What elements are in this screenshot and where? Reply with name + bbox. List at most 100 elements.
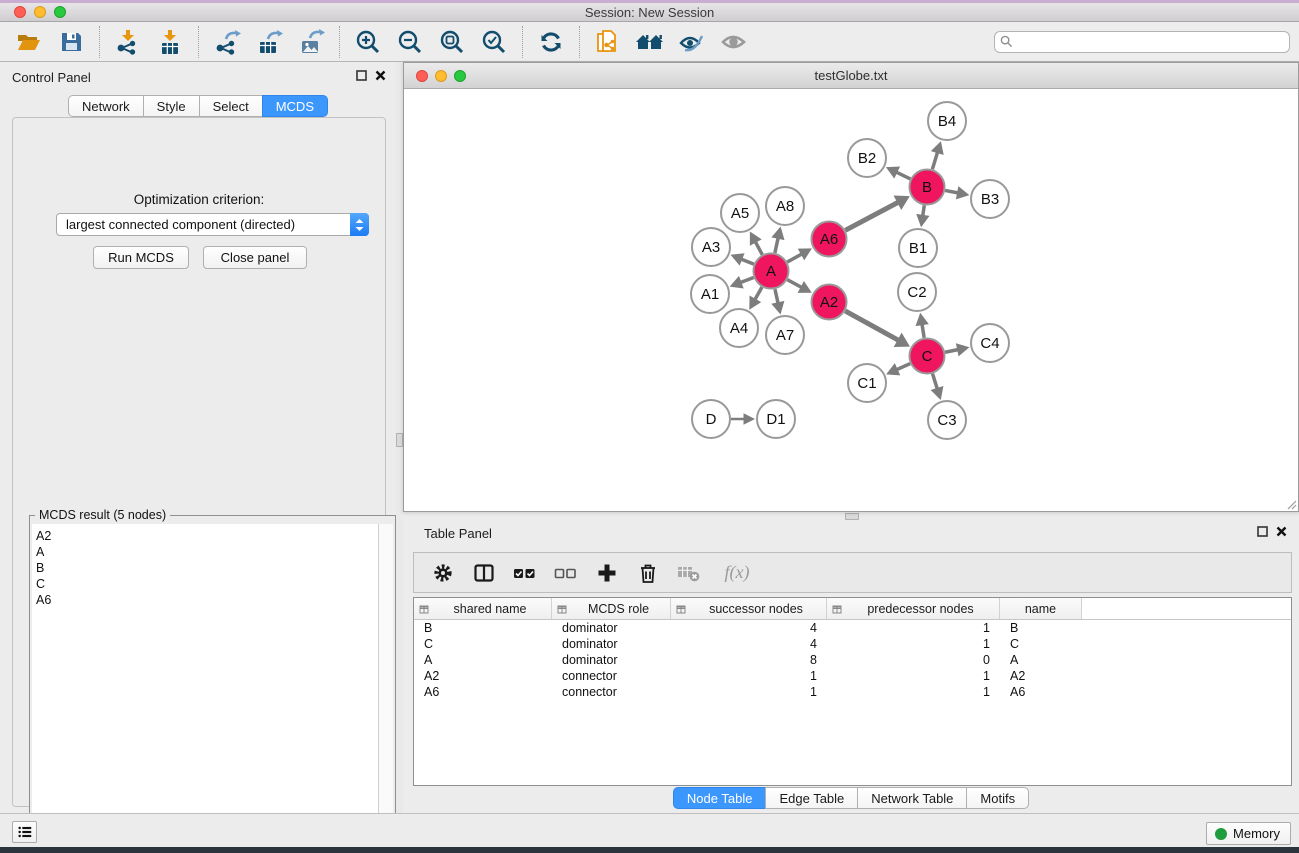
splitter-handle[interactable] [396,433,403,447]
task-history-button[interactable] [12,821,37,843]
column-header-MCDS-role[interactable]: MCDS role [552,598,671,619]
save-session-button[interactable] [50,24,92,60]
graph-edge-C-C2[interactable] [922,323,924,338]
graph-node-A[interactable]: A [754,254,789,289]
close-panel-icon[interactable] [375,70,386,81]
table-row[interactable]: A2connector11A2 [414,668,1291,684]
graph-edge-C-C1[interactable] [896,364,910,370]
float-panel-icon[interactable] [356,70,367,81]
graph-node-C4[interactable]: C4 [971,324,1009,362]
resize-grip-icon[interactable] [1286,499,1297,510]
graph-edge-A-A2[interactable] [787,280,802,288]
function-builder-button[interactable]: f(x) [717,558,757,588]
mcds-result-item[interactable]: A [36,544,378,560]
table-options-button[interactable] [430,558,456,588]
mcds-result-item[interactable]: A6 [36,592,378,608]
graph-node-A2[interactable]: A2 [812,285,847,320]
search-input[interactable] [994,31,1290,53]
import-table-button[interactable] [149,24,191,60]
tab-style[interactable]: Style [143,95,200,117]
tab-edge-table[interactable]: Edge Table [765,787,858,809]
network-canvas[interactable]: AA1A2A3A4A5A6A7A8BB1B2B3B4CC1C2C3C4DD1 [404,89,1298,511]
close-panel-button[interactable]: Close panel [203,246,307,269]
close-panel-icon[interactable] [1276,526,1287,537]
splitter-handle[interactable] [845,513,859,520]
new-network-from-selection-button[interactable] [587,24,629,60]
mcds-result-item[interactable]: C [36,576,378,592]
hide-selected-button[interactable] [671,24,713,60]
graph-edge-A-A6[interactable] [787,253,803,262]
graph-edge-B-B4[interactable] [932,151,937,169]
horizontal-splitter[interactable] [403,512,1299,521]
graph-node-B[interactable]: B [910,170,945,205]
mcds-result-item[interactable]: B [36,560,378,576]
network-window-titlebar[interactable]: testGlobe.txt [404,63,1298,89]
graph-node-B2[interactable]: B2 [848,139,886,177]
column-header-shared-name[interactable]: shared name [414,598,552,619]
add-column-button[interactable] [594,558,620,588]
tab-mcds[interactable]: MCDS [262,95,328,117]
open-session-button[interactable] [8,24,50,60]
vertical-splitter[interactable] [396,62,403,813]
delete-column-button[interactable] [635,558,661,588]
graph-node-C2[interactable]: C2 [898,273,936,311]
graph-node-A4[interactable]: A4 [720,309,758,347]
graph-node-A8[interactable]: A8 [766,187,804,225]
graph-edge-A-A3[interactable] [740,259,754,264]
zoom-fit-button[interactable] [431,24,473,60]
column-header-predecessor-nodes[interactable]: predecessor nodes [827,598,1000,619]
first-neighbors-button[interactable] [629,24,671,60]
deselect-all-button[interactable] [553,558,579,588]
graph-node-B4[interactable]: B4 [928,102,966,140]
export-network-button[interactable] [206,24,248,60]
graph-node-D1[interactable]: D1 [757,400,795,438]
graph-node-B1[interactable]: B1 [899,229,937,267]
zoom-selected-button[interactable] [473,24,515,60]
graph-edge-A-A8[interactable] [775,237,778,253]
table-row[interactable]: Cdominator41C [414,636,1291,652]
graph-edge-C-C4[interactable] [945,349,959,352]
graph-edge-C-C3[interactable] [933,374,938,390]
graph-node-A3[interactable]: A3 [692,228,730,266]
table-row[interactable]: A6connector11A6 [414,684,1291,700]
column-header-successor-nodes[interactable]: successor nodes [671,598,827,619]
graph-edge-B-B3[interactable] [945,190,959,193]
delete-table-button[interactable] [676,558,702,588]
table-row[interactable]: Bdominator41B [414,620,1291,636]
import-network-button[interactable] [107,24,149,60]
memory-button[interactable]: Memory [1206,822,1291,845]
show-column-button[interactable] [471,558,497,588]
graph-edge-A-A7[interactable] [775,289,778,304]
graph-edge-A-A5[interactable] [755,241,762,255]
tab-select[interactable]: Select [199,95,263,117]
graph-node-A5[interactable]: A5 [721,194,759,232]
graph-edge-A-A4[interactable] [754,287,762,300]
graph-node-A6[interactable]: A6 [812,222,847,257]
graph-edge-B-B2[interactable] [895,172,910,179]
scrollbar-track[interactable] [379,524,393,852]
show-all-button[interactable] [713,24,755,60]
graph-edge-A-A1[interactable] [739,278,753,283]
graph-edge-A2-C[interactable] [845,311,899,341]
graph-node-A1[interactable]: A1 [691,275,729,313]
table-row[interactable]: Adominator80A [414,652,1291,668]
run-mcds-button[interactable]: Run MCDS [93,246,189,269]
select-all-button[interactable] [512,558,538,588]
tab-node-table[interactable]: Node Table [673,787,767,809]
column-header-name[interactable]: name [1000,598,1082,619]
graph-node-D[interactable]: D [692,400,730,438]
tab-motifs[interactable]: Motifs [966,787,1029,809]
export-image-button[interactable] [290,24,332,60]
zoom-in-button[interactable] [347,24,389,60]
mcds-result-item[interactable]: A2 [36,528,378,544]
float-panel-icon[interactable] [1257,526,1268,537]
graph-node-C3[interactable]: C3 [928,401,966,439]
graph-node-C[interactable]: C [910,339,945,374]
zoom-out-button[interactable] [389,24,431,60]
graph-edge-A6-B[interactable] [845,202,899,231]
optimization-criterion-select[interactable]: largest connected component (directed) [56,213,369,236]
tab-network-table[interactable]: Network Table [857,787,967,809]
graph-node-A7[interactable]: A7 [766,316,804,354]
tab-network[interactable]: Network [68,95,144,117]
graph-node-C1[interactable]: C1 [848,364,886,402]
